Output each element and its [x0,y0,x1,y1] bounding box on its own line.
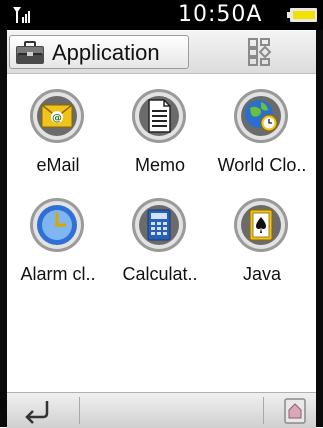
back-arrow-icon[interactable] [21,398,53,424]
briefcase-icon [16,41,44,64]
app-calculator[interactable]: Calculat.. [107,197,213,297]
divider [263,397,264,424]
status-bar: 10:50A [0,0,323,30]
java-icon [234,198,288,252]
memo-icon [132,89,186,143]
title-tab[interactable]: Application [9,35,189,69]
app-java[interactable]: Java [209,197,315,297]
app-label: Memo [134,155,185,175]
signal-strength-icon [13,7,30,23]
app-alarm-clock[interactable]: Alarm cl.. [5,197,111,297]
clock-time: 10:50A [178,2,263,27]
title-bar: Application [7,31,316,74]
home-icon[interactable] [283,397,307,425]
app-label: World Clo.. [217,155,307,175]
grid-view-icon[interactable] [248,38,272,66]
calculator-icon [132,198,186,252]
battery-icon [287,8,317,22]
bottom-soft-key-bar [7,392,316,428]
app-memo[interactable]: Memo [107,88,213,188]
email-icon: @ [30,89,84,143]
page-title: Application [52,40,160,65]
app-email[interactable]: @ eMail [5,88,111,188]
svg-text:@: @ [52,113,62,124]
app-label: Java [242,264,282,284]
app-label: Calculat.. [122,264,198,284]
app-label: eMail [36,155,80,175]
divider [79,397,80,424]
world-clock-icon [234,89,288,143]
app-world-clock[interactable]: World Clo.. [209,88,315,188]
app-label: Alarm cl.. [20,264,96,284]
alarm-clock-icon [30,198,84,252]
